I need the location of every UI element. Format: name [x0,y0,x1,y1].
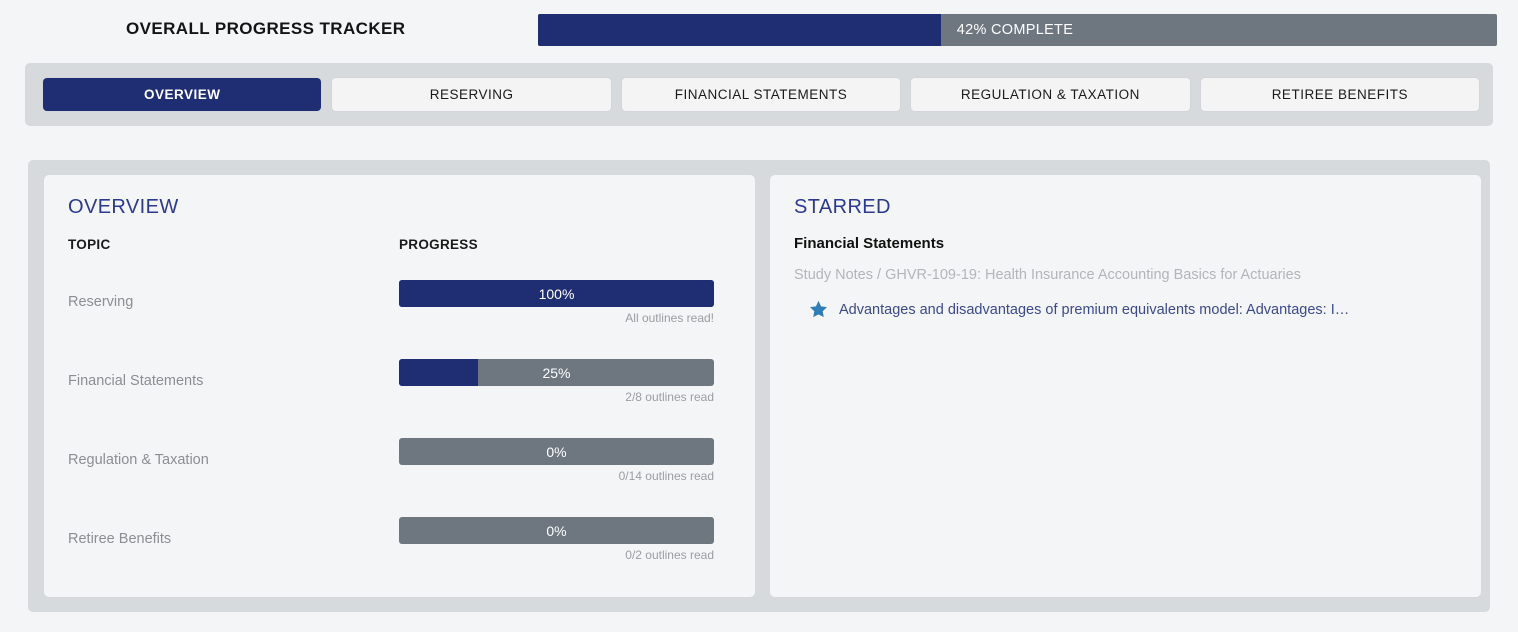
table-row: Retiree Benefits 0% 0/2 outlines read [68,517,738,596]
tab-financial-statements[interactable]: FINANCIAL STATEMENTS [622,78,900,111]
breadcrumb: Study Notes / GHVR-109-19: Health Insura… [794,267,1301,283]
topic-label: Retiree Benefits [68,531,171,547]
progress-cell: 25% 2/8 outlines read [399,359,714,404]
topic-progress-note: 0/14 outlines read [399,469,714,483]
topic-progress-label: 100% [399,280,714,307]
starred-panel-title: STARRED [794,196,891,219]
topic-progress-note: 2/8 outlines read [399,390,714,404]
cards-row: OVERVIEW TOPIC PROGRESS Reserving 100% A… [44,175,1481,597]
content-container: OVERVIEW TOPIC PROGRESS Reserving 100% A… [28,160,1490,612]
progress-cell: 0% 0/14 outlines read [399,438,714,483]
page-title: OVERALL PROGRESS TRACKER [126,19,405,39]
starred-topic-heading: Financial Statements [794,235,944,252]
tab-regulation-taxation[interactable]: REGULATION & TAXATION [911,78,1189,111]
table-row: Reserving 100% All outlines read! [68,280,738,359]
topic-label: Regulation & Taxation [68,452,209,468]
tab-regulation-taxation-label: REGULATION & TAXATION [961,87,1140,102]
topic-progress-label: 0% [399,438,714,465]
overall-progress-bar: 42% COMPLETE [538,14,1497,46]
tab-retiree-benefits-label: RETIREE BENEFITS [1272,87,1408,102]
tab-reserving[interactable]: RESERVING [332,78,610,111]
tab-bar: OVERVIEW RESERVING FINANCIAL STATEMENTS … [25,63,1493,126]
column-header-progress: PROGRESS [399,237,478,252]
tab-retiree-benefits[interactable]: RETIREE BENEFITS [1201,78,1479,111]
overview-panel-title: OVERVIEW [68,196,179,219]
topic-progress-bar: 100% [399,280,714,307]
tab-reserving-label: RESERVING [430,87,514,102]
topic-progress-note: 0/2 outlines read [399,548,714,562]
overall-progress-label: 42% COMPLETE [538,14,1073,46]
progress-tracker-header: OVERALL PROGRESS TRACKER 42% COMPLETE [0,0,1518,58]
topic-progress-bar: 25% [399,359,714,386]
topic-progress-note: All outlines read! [399,311,714,325]
progress-cell: 0% 0/2 outlines read [399,517,714,562]
topic-label: Reserving [68,294,133,310]
starred-panel: STARRED Financial Statements Study Notes… [770,175,1481,597]
topic-progress-bar: 0% [399,438,714,465]
overview-column-headers: TOPIC PROGRESS [68,237,728,257]
overview-panel: OVERVIEW TOPIC PROGRESS Reserving 100% A… [44,175,755,597]
tab-overview[interactable]: OVERVIEW [43,78,321,111]
topic-progress-label: 25% [399,359,714,386]
tab-financial-statements-label: FINANCIAL STATEMENTS [675,87,848,102]
table-row: Regulation & Taxation 0% 0/14 outlines r… [68,438,738,517]
starred-item-label: Advantages and disadvantages of premium … [839,302,1349,318]
topic-progress-bar: 0% [399,517,714,544]
topic-label: Financial Statements [68,373,203,389]
overview-rows: Reserving 100% All outlines read! Financ… [68,280,738,596]
topic-progress-label: 0% [399,517,714,544]
table-row: Financial Statements 25% 2/8 outlines re… [68,359,738,438]
progress-cell: 100% All outlines read! [399,280,714,325]
column-header-topic: TOPIC [68,237,111,252]
list-item[interactable]: Advantages and disadvantages of premium … [808,299,1349,320]
tab-overview-label: OVERVIEW [144,87,221,102]
star-icon [808,299,829,320]
tab-list: OVERVIEW RESERVING FINANCIAL STATEMENTS … [43,78,1479,111]
